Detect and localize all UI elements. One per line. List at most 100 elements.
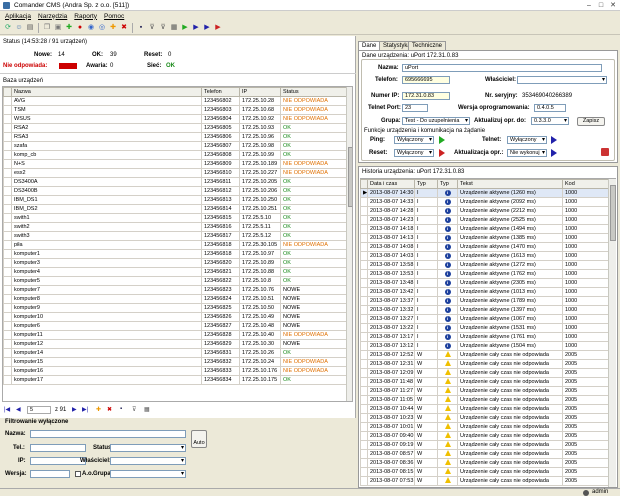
history-row[interactable]: 2013-08-07 07:53 W Urządzenie cały czas ni… xyxy=(360,476,611,486)
table-row[interactable]: szafa 123456807 172.25.10.98 OK xyxy=(3,141,347,151)
history-row-selector[interactable] xyxy=(360,278,368,288)
table-row[interactable]: TSM 123456803 172.25.10.68 NIE ODPOWIADA xyxy=(3,105,347,115)
telnet-run-icon[interactable] xyxy=(551,136,557,144)
table-row[interactable]: komputer11 123456828 172.25.10.40 NIE ODPOW… xyxy=(3,330,347,340)
history-row[interactable]: 2013-08-07 13:42 Ii Urządzenie aktywne (10… xyxy=(360,287,611,297)
history-row-selector[interactable] xyxy=(360,440,368,450)
pager-save-icon[interactable]: ▪ xyxy=(120,406,122,412)
history-row-selector[interactable] xyxy=(360,296,368,306)
history-row-selector[interactable] xyxy=(360,269,368,279)
table-row[interactable]: RSA2 123456805 172.25.10.93 OK xyxy=(3,123,347,133)
filter-tel-input[interactable] xyxy=(30,444,86,452)
add-icon[interactable]: ✚ xyxy=(108,23,118,33)
history-row-selector[interactable]: ▶ xyxy=(360,188,368,198)
col-typ-icon[interactable]: Typ xyxy=(437,179,458,189)
wlasciciel-select[interactable] xyxy=(517,76,607,84)
table-row[interactable]: DS3400B 123456812 172.25.10.206 OK xyxy=(3,186,347,196)
history-row[interactable]: 2013-08-07 10:44 W Urządzenie cały czas ni… xyxy=(360,404,611,414)
col-status[interactable]: Status xyxy=(280,87,347,97)
history-row-selector[interactable] xyxy=(360,197,368,207)
history-row[interactable]: 2013-08-07 13:53 Ii Urządzenie aktywne (17… xyxy=(360,269,611,279)
table-row[interactable]: komp_cb 123456808 172.25.10.99 OK xyxy=(3,150,347,160)
table-row[interactable]: swith1 123456815 172.25.5.10 OK xyxy=(3,213,347,223)
history-row[interactable]: 2013-08-07 11:05 W Urządzenie cały czas ni… xyxy=(360,395,611,405)
row-selector[interactable] xyxy=(3,267,12,277)
row-selector[interactable] xyxy=(3,105,12,115)
grupa-select[interactable]: Test - Do uzupełnienia xyxy=(402,117,470,125)
row-selector[interactable] xyxy=(3,195,12,205)
auto-button[interactable]: Auto xyxy=(191,430,207,448)
next-page-icon[interactable]: ▶ xyxy=(72,406,77,413)
history-row[interactable]: 2013-08-07 14:33 Ii Urządzenie aktywne (20… xyxy=(360,197,611,207)
history-row[interactable]: 2013-08-07 13:32 Ii Urządzenie aktywne (13… xyxy=(360,305,611,315)
row-selector[interactable] xyxy=(3,303,12,313)
row-selector[interactable] xyxy=(3,132,12,142)
history-row-selector[interactable] xyxy=(360,323,368,333)
save-icon[interactable]: ▪ xyxy=(136,23,146,33)
row-selector[interactable] xyxy=(3,114,12,124)
ping-run-icon[interactable] xyxy=(439,136,445,144)
prev-page-icon[interactable]: ◀ xyxy=(16,406,21,413)
history-row[interactable]: 2013-08-07 13:48 Ii Urządzenie aktywne (23… xyxy=(360,278,611,288)
row-selector[interactable] xyxy=(3,96,12,106)
history-row-selector[interactable] xyxy=(360,350,368,360)
table-row[interactable]: komputer4 123456821 172.25.10.88 OK xyxy=(3,267,347,277)
history-row-selector[interactable] xyxy=(360,242,368,252)
col-data-czas[interactable]: Data i czas xyxy=(367,179,415,189)
history-row-selector[interactable] xyxy=(360,206,368,216)
col-typ-letter[interactable]: Typ xyxy=(414,179,438,189)
maximize-icon[interactable]: □ xyxy=(596,1,606,10)
row-selector[interactable] xyxy=(3,141,12,151)
filter-wersja-input[interactable] xyxy=(30,470,70,478)
last-page-icon[interactable]: ▶| xyxy=(82,406,88,413)
play-blue-icon[interactable]: ▶ xyxy=(191,23,201,33)
row-selector[interactable] xyxy=(3,330,12,340)
play-red-icon[interactable]: ▶ xyxy=(213,23,223,33)
history-row-selector[interactable] xyxy=(360,260,368,270)
table-row[interactable]: IBM_DS2 123456814 172.25.10.251 OK xyxy=(3,204,347,214)
table-row[interactable]: komputer17 123456834 172.25.10.175 OK xyxy=(3,375,347,385)
ping-select[interactable]: Wyłączony xyxy=(394,136,434,144)
row-selector[interactable] xyxy=(3,339,12,349)
history-row[interactable]: ▶ 2013-08-07 14:30 Ii Urządzenie aktywne (1… xyxy=(360,188,611,198)
filter-clear-icon[interactable]: ⊽ xyxy=(158,23,168,33)
record-icon[interactable]: ◎ xyxy=(97,23,107,33)
row-selector[interactable] xyxy=(3,294,12,304)
telnet-port-input[interactable]: 23 xyxy=(402,104,428,112)
history-row-selector[interactable] xyxy=(360,458,368,468)
row-selector[interactable] xyxy=(3,177,12,187)
table-row[interactable]: DS3400A 123456811 172.25.10.205 OK xyxy=(3,177,347,187)
zapisz-button[interactable]: Zapisz xyxy=(577,117,605,126)
history-row-selector[interactable] xyxy=(360,305,368,315)
table-row[interactable]: komputer9 123456825 172.25.10.50 NOWE xyxy=(3,303,347,313)
row-selector[interactable] xyxy=(3,285,12,295)
row-selector[interactable] xyxy=(3,312,12,322)
history-row-selector[interactable] xyxy=(360,467,368,477)
table-row[interactable]: RSA3 123456806 172.25.10.96 OK xyxy=(3,132,347,142)
reset-select[interactable]: Wyłączony xyxy=(394,149,434,157)
aktualizuj-select[interactable]: 0.3.3.0 xyxy=(531,117,569,125)
row-selector[interactable] xyxy=(3,222,12,232)
close-icon[interactable]: ✕ xyxy=(608,1,618,10)
filter-ip-input[interactable] xyxy=(30,457,86,465)
history-row-selector[interactable] xyxy=(360,386,368,396)
table-row[interactable]: WSUS 123456804 172.25.10.92 NIE ODPOWIADA xyxy=(3,114,347,124)
wersja-input[interactable]: 0.4.0.5 xyxy=(534,104,566,112)
col-nazwa[interactable]: Nazwa xyxy=(11,87,202,97)
history-row-selector[interactable] xyxy=(360,395,368,405)
history-row[interactable]: 2013-08-07 08:36 W Urządzenie cały czas ni… xyxy=(360,458,611,468)
history-row-selector[interactable] xyxy=(360,215,368,225)
history-row[interactable]: 2013-08-07 11:27 W Urządzenie cały czas ni… xyxy=(360,386,611,396)
filter-status-select[interactable] xyxy=(110,444,186,452)
history-row[interactable]: 2013-08-07 12:31 W Urządzenie cały czas ni… xyxy=(360,359,611,369)
row-selector[interactable] xyxy=(3,366,12,376)
row-selector[interactable] xyxy=(3,357,12,367)
table-row[interactable]: komputer10 123456826 172.25.10.49 NOWE xyxy=(3,312,347,322)
play-icon[interactable]: ▶ xyxy=(180,23,190,33)
history-row[interactable]: 2013-08-07 13:12 Ii Urządzenie aktywne (15… xyxy=(360,341,611,351)
menu-narzedzia[interactable]: Narzędzia xyxy=(38,13,67,20)
table-row[interactable]: komputer15 123456832 172.25.10.24 NIE ODPOW… xyxy=(3,357,347,367)
history-row-selector[interactable] xyxy=(360,233,368,243)
history-row[interactable]: 2013-08-07 12:09 W Urządzenie cały czas ni… xyxy=(360,368,611,378)
pager-delete-icon[interactable]: ✖ xyxy=(107,406,112,413)
